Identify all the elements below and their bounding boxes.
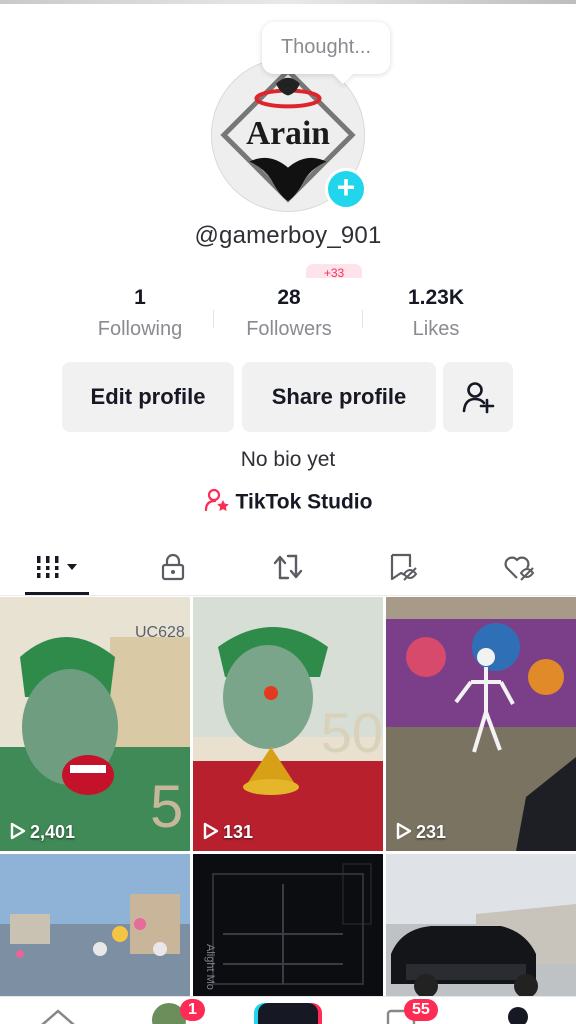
- video-thumbnail[interactable]: 50 131: [193, 597, 383, 851]
- create-button[interactable]: [258, 1003, 318, 1024]
- active-tab-indicator: [25, 592, 89, 595]
- video-thumbnail-image: [386, 597, 576, 851]
- following-count: 1: [134, 286, 146, 309]
- home-icon[interactable]: [38, 1005, 78, 1024]
- play-icon: [10, 822, 26, 840]
- tiktok-studio-link[interactable]: TikTok Studio: [0, 488, 576, 518]
- likes-label: Likes: [412, 318, 460, 340]
- repost-icon: [273, 554, 303, 580]
- friends-badge: 1: [180, 999, 205, 1021]
- edit-profile-button[interactable]: Edit profile: [62, 362, 234, 432]
- video-thumbnail[interactable]: [386, 854, 576, 1000]
- video-thumbnail-image: Alight Mo: [193, 854, 383, 1000]
- video-thumbnail-image: [0, 854, 190, 1000]
- profile-icon[interactable]: [508, 1007, 528, 1024]
- following-stat[interactable]: 1 Following: [65, 284, 215, 341]
- liked-heart-icon: [504, 556, 535, 581]
- likes-count: 1.23K: [407, 286, 465, 309]
- tab-videos[interactable]: [25, 546, 89, 592]
- username: @gamerboy_901: [194, 222, 382, 249]
- add-user-icon: [462, 382, 495, 414]
- play-icon: [396, 822, 412, 840]
- studio-label: TikTok Studio: [235, 490, 373, 514]
- view-count-text: 2,401: [30, 822, 76, 842]
- video-thumbnail-image: 50: [193, 597, 383, 851]
- tab-private[interactable]: [141, 546, 205, 592]
- tab-liked[interactable]: [487, 546, 551, 592]
- content-tabs: [0, 540, 576, 596]
- bookmark-icon: [390, 553, 418, 581]
- view-count: 2,401: [10, 822, 75, 843]
- video-thumbnail-image: UC628 5: [0, 597, 190, 851]
- play-icon: [203, 822, 219, 840]
- lock-icon: [161, 553, 185, 581]
- watermark-text: Alight Mo: [204, 944, 216, 990]
- inbox-badge: 55: [404, 999, 438, 1021]
- video-thumbnail[interactable]: Alight Mo: [193, 854, 383, 1000]
- view-count: 131: [203, 822, 253, 843]
- bottom-nav: 1 55: [0, 996, 576, 1024]
- tab-favorites[interactable]: [371, 546, 435, 592]
- bio-text: No bio yet: [240, 448, 336, 471]
- thought-bubble[interactable]: Thought...: [262, 22, 390, 74]
- svg-text:5: 5: [150, 773, 183, 840]
- view-count-text: 131: [223, 822, 254, 842]
- tab-reposts[interactable]: [256, 546, 320, 592]
- likes-stat[interactable]: 1.23K Likes: [361, 284, 511, 341]
- followers-count: 28: [277, 286, 301, 309]
- video-thumbnail-image: [386, 854, 576, 1000]
- add-story-button[interactable]: +: [325, 168, 367, 210]
- add-friends-button[interactable]: [443, 362, 513, 432]
- following-label: Following: [97, 318, 183, 340]
- followers-label: Followers: [246, 318, 332, 340]
- video-thumbnail[interactable]: 231: [386, 597, 576, 851]
- share-profile-button[interactable]: Share profile: [242, 362, 436, 432]
- status-strip: [0, 0, 576, 4]
- video-thumbnail[interactable]: UC628 5 2,401: [0, 597, 190, 851]
- view-count-text: 231: [416, 822, 447, 842]
- status-badge: +33: [306, 264, 362, 278]
- view-count: 231: [396, 822, 446, 843]
- avatar-text: Arain: [246, 115, 330, 152]
- followers-stat[interactable]: 28 Followers: [214, 284, 364, 341]
- studio-person-icon: [204, 488, 230, 518]
- profile-stats: 1 Following 28 Followers 1.23K Likes: [0, 284, 576, 348]
- grid-icon: [34, 556, 77, 578]
- video-thumbnail[interactable]: [0, 854, 190, 1000]
- banknote-value-text: 50: [321, 701, 383, 764]
- video-serial-text: UC628: [135, 624, 185, 641]
